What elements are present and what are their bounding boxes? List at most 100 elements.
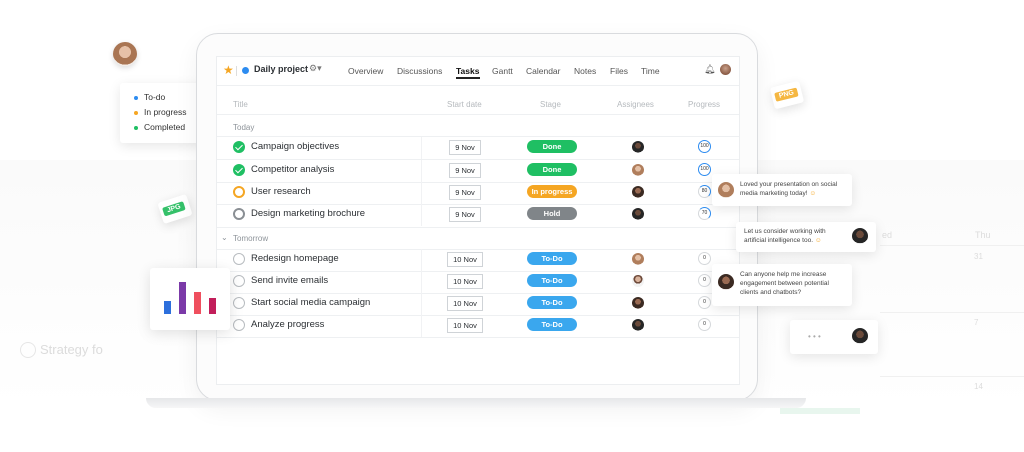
chevron-down-icon[interactable]: ⌄: [221, 233, 228, 242]
gear-icon[interactable]: ⚙▾: [309, 63, 322, 74]
stage-badge[interactable]: Hold: [527, 207, 577, 220]
ghost-divider: [880, 312, 1024, 313]
divider: [217, 337, 739, 338]
stage-badge[interactable]: To-Do: [527, 318, 577, 331]
tab-calendar[interactable]: Calendar: [526, 66, 561, 76]
start-date[interactable]: 10 Nov: [447, 274, 483, 289]
tab-gantt[interactable]: Gantt: [492, 66, 513, 76]
ghost-strategy-text: Strategy fo: [40, 342, 103, 357]
smile-emoji-icon: ☺: [814, 237, 822, 244]
stage-badge[interactable]: To-Do: [527, 296, 577, 309]
ghost-divider: [880, 245, 1024, 246]
bar-chart-card: [150, 268, 230, 330]
chat-line: engagement between potential: [740, 280, 829, 287]
tab-discussions[interactable]: Discussions: [397, 66, 442, 76]
chat-line: artificial intelligence too.: [744, 237, 815, 244]
ghost-col-wed: ed: [882, 230, 893, 240]
progress-indicator: 0: [698, 252, 711, 265]
table-row[interactable]: User research 9 Nov In progress 80: [217, 182, 739, 204]
start-date[interactable]: 10 Nov: [447, 318, 483, 333]
stage-badge[interactable]: In progress: [527, 185, 577, 198]
ghost-bar: [780, 408, 860, 414]
column-title: Title: [233, 100, 248, 109]
project-color-dot: [242, 67, 249, 74]
start-date[interactable]: 9 Nov: [449, 163, 481, 178]
section-today[interactable]: Today: [233, 123, 254, 132]
assignee-avatar[interactable]: [632, 297, 644, 309]
star-icon[interactable]: ★: [223, 63, 234, 77]
bell-icon[interactable]: 🔔︎: [704, 64, 715, 75]
chat-message: Can anyone help me increase engagement b…: [740, 270, 829, 297]
legend-item-completed: Completed: [134, 122, 185, 132]
tab-files[interactable]: Files: [610, 66, 628, 76]
task-title[interactable]: Analyze progress: [251, 319, 324, 330]
assignee-avatar[interactable]: [632, 208, 644, 220]
todo-circle-icon[interactable]: [233, 275, 245, 287]
chat-bubble: Loved your presentation on social media …: [712, 174, 852, 206]
top-bar: ★ Daily project ⚙▾ Overview Discussions …: [217, 57, 739, 85]
assignee-avatar[interactable]: [632, 319, 644, 331]
stage-badge[interactable]: To-Do: [527, 274, 577, 287]
tab-overview[interactable]: Overview: [348, 66, 383, 76]
table-row[interactable]: Start social media campaign 10 Nov To-Do…: [217, 293, 739, 315]
start-date[interactable]: 9 Nov: [449, 140, 481, 155]
table-row[interactable]: Competitor analysis 9 Nov Done 100: [217, 160, 739, 182]
task-title[interactable]: Competitor analysis: [251, 164, 334, 175]
table-row[interactable]: Redesign homepage 10 Nov To-Do 0: [217, 249, 739, 271]
start-date[interactable]: 9 Nov: [449, 207, 481, 222]
bar: [179, 282, 186, 314]
in-progress-circle-icon[interactable]: [233, 186, 245, 198]
completed-check-icon[interactable]: [233, 141, 245, 153]
chat-bubble: Can anyone help me increase engagement b…: [712, 264, 852, 306]
typing-indicator: • • •: [808, 332, 821, 341]
progress-indicator: 0: [698, 296, 711, 309]
tab-notes[interactable]: Notes: [574, 66, 596, 76]
png-badge: PNG: [774, 87, 799, 102]
legend-label: Completed: [144, 122, 186, 132]
divider: [421, 315, 422, 337]
stage-badge[interactable]: Done: [527, 163, 577, 176]
task-title[interactable]: Design marketing brochure: [251, 208, 365, 219]
completed-check-icon[interactable]: [233, 164, 245, 176]
column-start-date: Start date: [447, 100, 482, 109]
todo-circle-icon[interactable]: [233, 253, 245, 265]
stage-badge[interactable]: Done: [527, 140, 577, 153]
start-date[interactable]: 10 Nov: [447, 296, 483, 311]
progress-indicator: 0: [698, 274, 711, 287]
assignee-avatar[interactable]: [632, 186, 644, 198]
tab-tasks[interactable]: Tasks: [456, 66, 479, 76]
start-date[interactable]: 10 Nov: [447, 252, 483, 267]
chat-avatar: [718, 274, 734, 290]
task-title[interactable]: User research: [251, 186, 311, 197]
hold-circle-icon[interactable]: [233, 208, 245, 220]
progress-indicator: 80: [698, 185, 711, 198]
assignee-avatar[interactable]: [632, 164, 644, 176]
divider: [421, 137, 422, 159]
tab-time[interactable]: Time: [641, 66, 660, 76]
task-title[interactable]: Campaign objectives: [251, 141, 339, 152]
task-title[interactable]: Start social media campaign: [251, 297, 370, 308]
chat-bubble: Let us consider working with artificial …: [736, 222, 876, 252]
table-row[interactable]: Analyze progress 10 Nov To-Do 0: [217, 315, 739, 337]
table-row[interactable]: Campaign objectives 9 Nov Done 100: [217, 137, 739, 159]
stage-badge[interactable]: To-Do: [527, 252, 577, 265]
legend-label: To-do: [144, 92, 166, 102]
table-row[interactable]: Send invite emails 10 Nov To-Do 0: [217, 271, 739, 293]
section-tomorrow[interactable]: Tomorrow: [233, 234, 268, 243]
table-row[interactable]: Design marketing brochure 9 Nov Hold 70: [217, 204, 739, 226]
ghost-day: 31: [974, 252, 983, 261]
todo-circle-icon[interactable]: [233, 319, 245, 331]
bar: [164, 301, 171, 314]
chat-message: Loved your presentation on social media …: [740, 180, 837, 198]
assignee-avatar[interactable]: [632, 253, 644, 265]
smile-emoji-icon: ☺: [809, 190, 817, 197]
assignee-avatar[interactable]: [632, 275, 644, 287]
current-user-avatar[interactable]: [720, 64, 731, 75]
assignee-avatar[interactable]: [632, 141, 644, 153]
start-date[interactable]: 9 Nov: [449, 185, 481, 200]
project-title[interactable]: Daily project: [254, 64, 308, 74]
todo-circle-icon[interactable]: [233, 297, 245, 309]
task-title[interactable]: Send invite emails: [251, 275, 328, 286]
task-title[interactable]: Redesign homepage: [251, 253, 339, 264]
divider: [421, 293, 422, 315]
